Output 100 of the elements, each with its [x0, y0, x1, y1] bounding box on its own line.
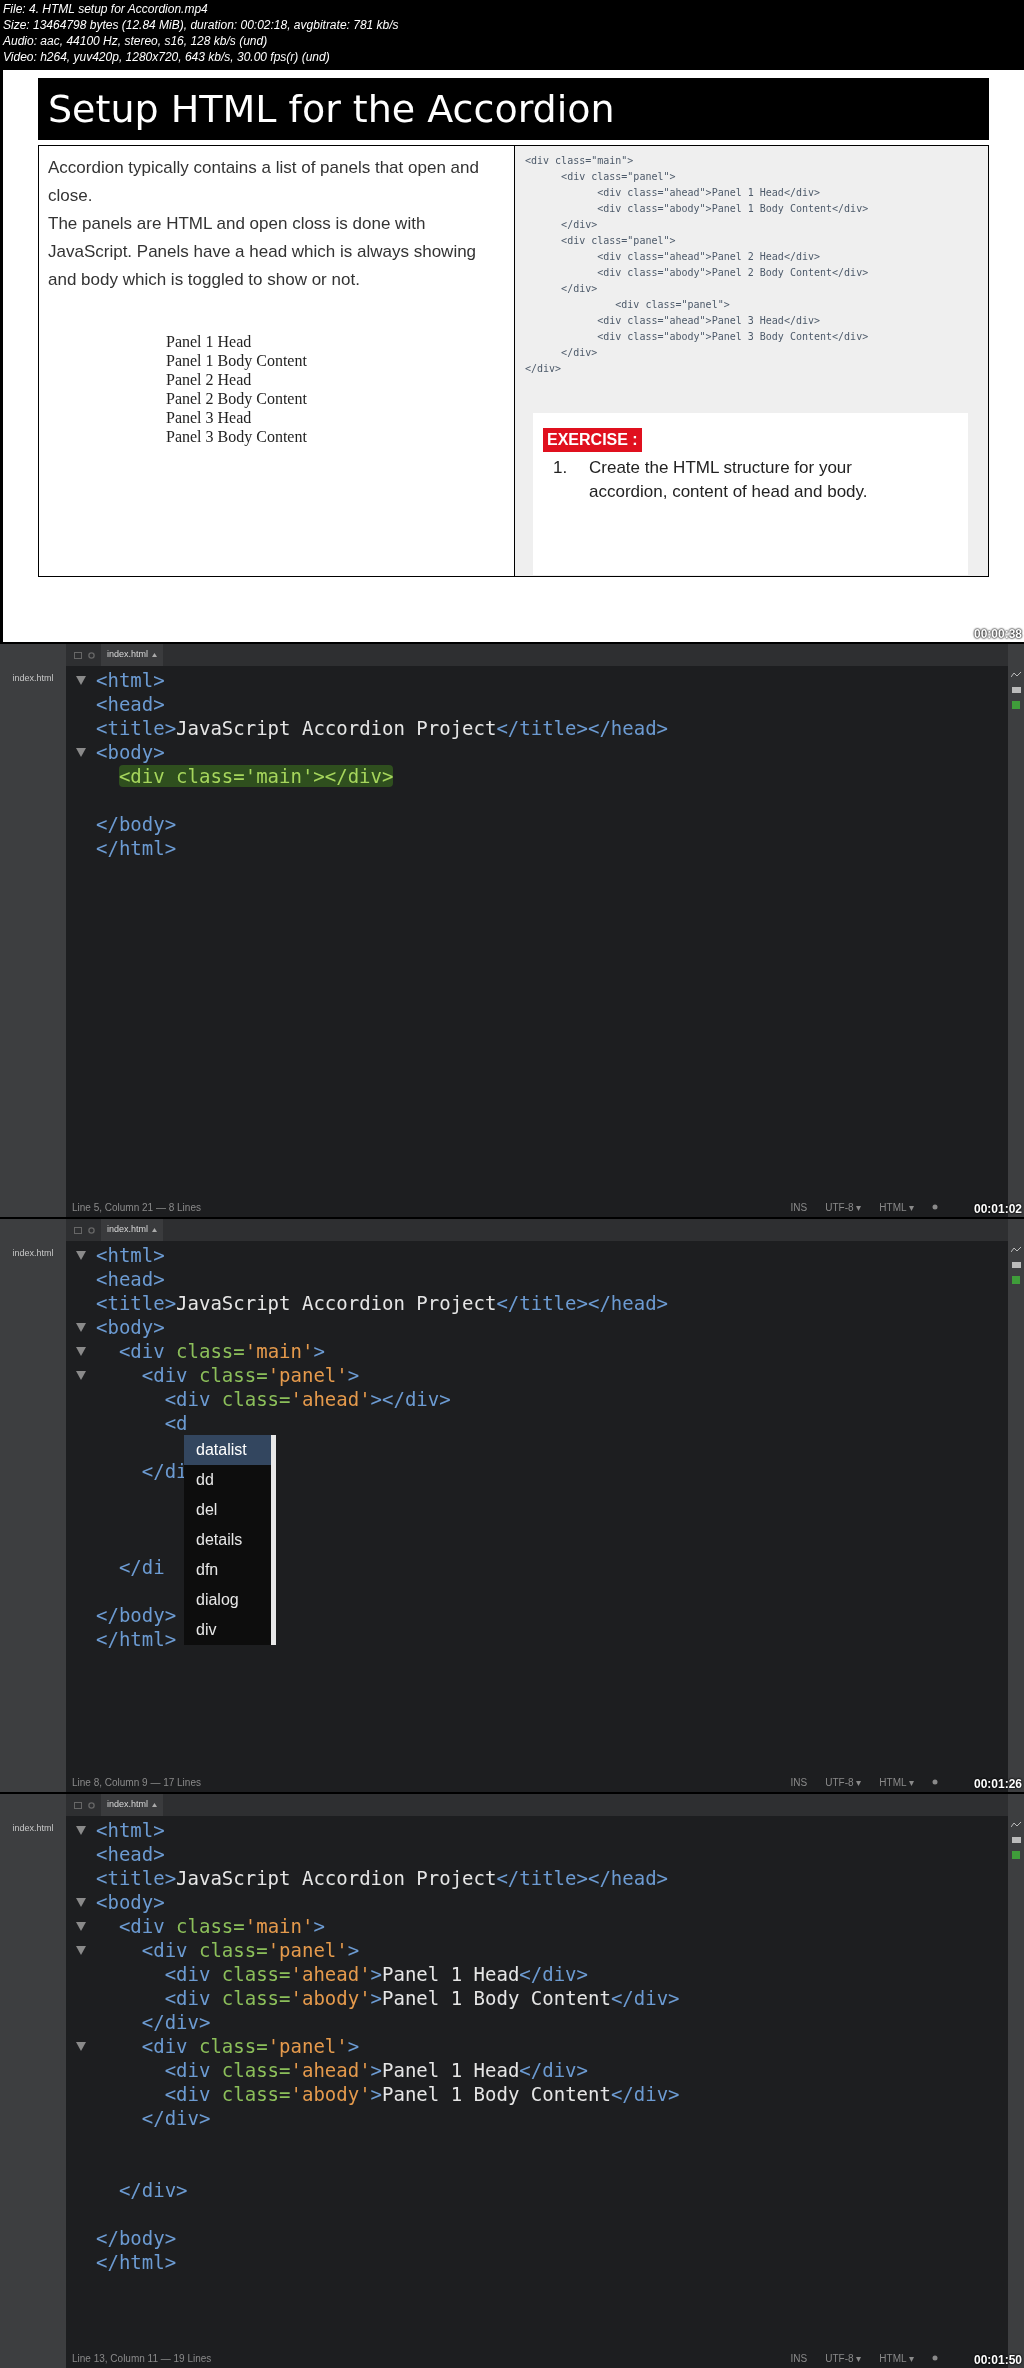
scrollbar[interactable]: [271, 1435, 276, 1645]
fold-arrow-icon[interactable]: [76, 1250, 86, 1260]
code-sample-line: <div class="ahead">Panel 1 Head</div>: [596, 186, 821, 200]
code-line: <div class='abody'>Panel 1 Body Content</div>: [163, 2082, 680, 2106]
code-line: <body>: [96, 740, 165, 764]
autocomplete-item[interactable]: div: [184, 1615, 271, 1645]
code-sample-line: <div class="panel">: [560, 170, 677, 184]
code-sample-line: <div class="abody">Panel 3 Body Content</div>: [596, 330, 870, 344]
caret-icon[interactable]: [152, 1228, 158, 1232]
autocomplete-item[interactable]: datalist: [184, 1435, 271, 1465]
timestamp: 00:01:50: [973, 2354, 1022, 2366]
status-text: Line 5, Column 21 — 8 Lines: [72, 1200, 201, 1215]
code-line: <html>: [96, 1818, 165, 1842]
panel-list-item: Panel 3 Head: [166, 408, 253, 427]
status-item[interactable]: INS: [790, 1774, 808, 1790]
wave-icon[interactable]: [1011, 1822, 1021, 1828]
status-item[interactable]: INS: [790, 1199, 808, 1215]
code-line: </html>: [96, 2250, 177, 2274]
fold-arrow-icon[interactable]: [76, 1346, 86, 1356]
autocomplete-item[interactable]: dialog: [184, 1585, 271, 1615]
code-line: <title>JavaScript Accordion Project</title></head>: [96, 1866, 669, 1890]
status-item[interactable]: HTML ▾: [879, 2350, 914, 2366]
wave-icon[interactable]: [1011, 672, 1021, 678]
briefcase-icon[interactable]: [1011, 1836, 1021, 1843]
code-line: <div class='ahead'>Panel 1 Head</div>: [163, 1962, 588, 1986]
code-sample-line: <div class="ahead">Panel 2 Head</div>: [596, 250, 821, 264]
code-line: </body>: [96, 1603, 177, 1627]
gear-icon[interactable]: [932, 1204, 938, 1210]
file-info-line: Video: h264, yuv420p, 1280x720, 643 kb/s, 30.00 fps(r) (und): [3, 49, 331, 65]
panel-list-item: Panel 1 Body Content: [166, 351, 308, 370]
fold-arrow-icon[interactable]: [76, 1897, 86, 1907]
briefcase-icon[interactable]: [1011, 1261, 1021, 1268]
code-line: <d: [163, 1411, 188, 1435]
status-item[interactable]: UTF-8 ▾: [825, 1199, 862, 1215]
sidebar-file[interactable]: index.html: [12, 672, 54, 686]
sidebar-file[interactable]: index.html: [12, 1822, 54, 1836]
code-line: <div class='main'>: [117, 1339, 325, 1363]
code-sample-line: <div class="abody">Panel 2 Body Content</div>: [596, 266, 870, 280]
file-info-line: Size: 13464798 bytes (12.84 MiB), duration: 00:02:18, avgbitrate: 781 kb/s: [3, 17, 400, 33]
code-line: </div>: [140, 2106, 211, 2130]
status-item[interactable]: HTML ▾: [879, 1199, 914, 1215]
wave-icon[interactable]: [1011, 1247, 1021, 1253]
code-line: </body>: [96, 2226, 177, 2250]
file-tab[interactable]: index.html: [101, 1219, 164, 1241]
code-sample-line: </div>: [560, 218, 599, 232]
caret-icon[interactable]: [152, 1803, 158, 1807]
autocomplete-item[interactable]: dfn: [184, 1555, 271, 1585]
gear-icon[interactable]: [932, 2355, 938, 2361]
code-line: </di: [117, 1555, 165, 1579]
code-line: </html>: [96, 836, 177, 860]
code-line: <title>JavaScript Accordion Project</title></head>: [96, 1291, 669, 1315]
code-line: <html>: [96, 1243, 165, 1267]
caret-icon[interactable]: [152, 653, 158, 657]
code-line: <head>: [96, 1267, 165, 1291]
status-item[interactable]: HTML ▾: [879, 1774, 914, 1790]
fold-arrow-icon[interactable]: [76, 747, 86, 757]
slide-paragraph: Accordion typically contains a list of panels that open and close.: [48, 157, 480, 207]
exercise-number: 1.: [552, 457, 569, 479]
code-line: <div class='ahead'>Panel 1 Head</div>: [163, 2058, 588, 2082]
file-tab[interactable]: index.html: [101, 644, 164, 666]
code-sample-line: <div class="panel">: [560, 234, 677, 248]
autocomplete-item[interactable]: del: [184, 1495, 271, 1525]
code-sample-line: <div class="panel">: [614, 298, 731, 312]
code-line: <head>: [96, 692, 165, 716]
sidebar-file[interactable]: index.html: [12, 1247, 54, 1261]
fold-arrow-icon[interactable]: [76, 1825, 86, 1835]
code-line: <div class='abody'>Panel 1 Body Content</div>: [163, 1986, 680, 2010]
panel-list-item: Panel 1 Head: [166, 332, 253, 351]
fold-arrow-icon[interactable]: [76, 675, 86, 685]
code-line: <body>: [96, 1315, 165, 1339]
code-line: <div class='ahead'></div>: [163, 1387, 451, 1411]
code-line: </div>: [117, 2178, 188, 2202]
timestamp: 00:01:26: [973, 1778, 1022, 1790]
code-line: </html>: [96, 1627, 177, 1651]
gear-icon[interactable]: [932, 1779, 938, 1785]
file-info-line: Audio: aac, 44100 Hz, stereo, s16, 128 kb/s (und): [3, 33, 269, 49]
slide-title: Setup HTML for the Accordion: [48, 85, 615, 133]
code-line: <div class='panel'>: [140, 1363, 360, 1387]
fold-arrow-icon[interactable]: [76, 1921, 86, 1931]
code-sample-line: </div>: [560, 346, 599, 360]
code-line: </body>: [96, 812, 177, 836]
fold-arrow-icon[interactable]: [76, 1370, 86, 1380]
code-line: <div class='panel'>: [140, 2034, 360, 2058]
fold-arrow-icon[interactable]: [76, 1322, 86, 1332]
status-item[interactable]: UTF-8 ▾: [825, 2350, 862, 2366]
status-item[interactable]: INS: [790, 2350, 808, 2366]
fold-arrow-icon[interactable]: [76, 2041, 86, 2051]
briefcase-icon[interactable]: [1011, 686, 1021, 693]
code-sample-line: </div>: [560, 282, 599, 296]
autocomplete-item[interactable]: details: [184, 1525, 271, 1555]
fold-arrow-icon[interactable]: [76, 1945, 86, 1955]
code-line: <div class='main'>: [117, 1914, 325, 1938]
status-item[interactable]: UTF-8 ▾: [825, 1774, 862, 1790]
exercise-label: EXERCISE :: [543, 428, 642, 452]
status-text: Line 8, Column 9 — 17 Lines: [72, 1775, 201, 1790]
file-tab[interactable]: index.html: [101, 1794, 164, 1816]
file-info-line: File: 4. HTML setup for Accordion.mp4: [3, 1, 209, 17]
code-line: <div class='panel'>: [140, 1938, 360, 1962]
code-sample-line: <div class="abody">Panel 1 Body Content</div>: [596, 202, 870, 216]
code-line: <head>: [96, 1842, 165, 1866]
